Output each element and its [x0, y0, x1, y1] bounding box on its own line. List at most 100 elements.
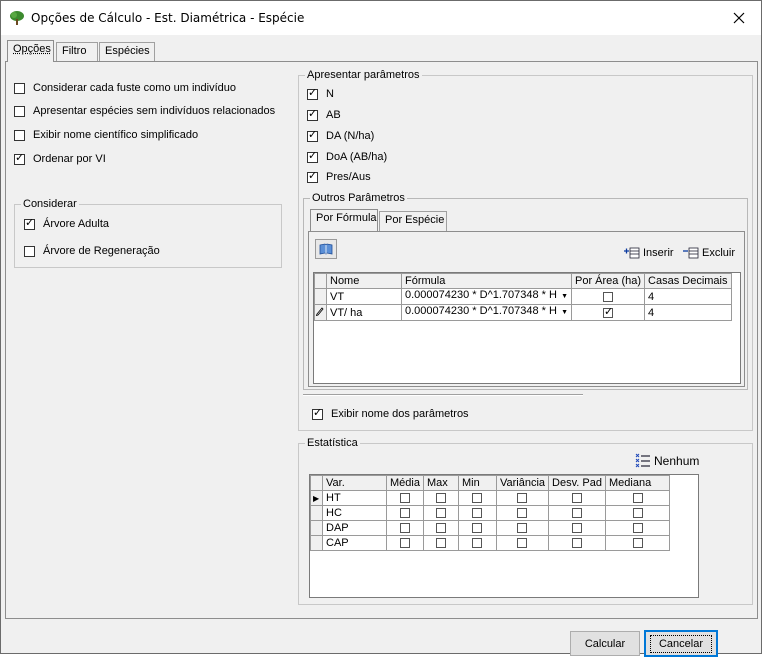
cell-desv-pad[interactable] — [548, 490, 607, 506]
tab-por-formula[interactable]: Por Fórmula — [310, 209, 378, 231]
col-var[interactable]: Var. — [322, 475, 387, 491]
table-row[interactable]: VT 0.000074230 * D^1.707348 * H ▼ 4 — [314, 288, 732, 305]
checkbox-box — [632, 493, 643, 504]
cell-casas[interactable]: 4 — [644, 288, 732, 305]
table-row[interactable]: HC — [310, 505, 671, 521]
grid-header-row: Var. Média Max Min Variância Desv. Pad M… — [310, 475, 671, 491]
cell-nome[interactable]: VT/ ha — [326, 304, 402, 321]
cell-media[interactable] — [386, 505, 424, 521]
cancelar-button[interactable]: Cancelar — [644, 630, 718, 657]
considerar-group: Considerar ✓ Árvore Adulta Árvore de Reg… — [14, 198, 282, 268]
checkbox-box — [435, 538, 446, 549]
cell-min[interactable] — [457, 535, 497, 551]
param-ab-checkbox[interactable]: ✓ AB — [307, 108, 341, 121]
cell-mediana[interactable] — [605, 520, 671, 536]
dropdown-arrow-icon[interactable]: ▼ — [561, 305, 568, 320]
group-title: Estatística — [305, 437, 360, 449]
order-by-vi-checkbox[interactable]: ✓ Ordenar por VI — [14, 152, 106, 165]
col-mediana[interactable]: Mediana — [605, 475, 671, 491]
cell-min[interactable] — [457, 505, 497, 521]
cell-media[interactable] — [386, 490, 424, 506]
cell-min[interactable] — [457, 520, 497, 536]
col-casas[interactable]: Casas Decimais — [644, 273, 732, 289]
param-doa-checkbox[interactable]: ✓ DoA (AB/ha) — [307, 149, 387, 163]
cell-formula[interactable]: 0.000074230 * D^1.707348 * H ▼ — [401, 304, 572, 321]
cell-min[interactable] — [457, 490, 497, 506]
dropdown-arrow-icon[interactable]: ▼ — [561, 289, 568, 304]
statistics-grid: Var. Média Max Min Variância Desv. Pad M… — [309, 474, 699, 598]
cell-media[interactable] — [386, 535, 424, 551]
col-media[interactable]: Média — [386, 475, 424, 491]
cell-max[interactable] — [422, 505, 459, 521]
cell-variancia[interactable] — [495, 490, 550, 506]
cell-variancia[interactable] — [495, 520, 550, 536]
cell-variancia[interactable] — [495, 505, 550, 521]
calcular-button[interactable]: Calcular — [570, 631, 640, 656]
table-row[interactable]: CAP — [310, 535, 671, 551]
tab-opcoes[interactable]: Opções — [7, 40, 54, 62]
col-max[interactable]: Max — [422, 475, 459, 491]
table-row[interactable]: ▶ HT — [310, 490, 671, 506]
tab-filtro[interactable]: Filtro — [56, 42, 98, 61]
checkbox-box — [399, 493, 410, 504]
close-button[interactable] — [717, 1, 761, 35]
regen-tree-checkbox[interactable]: Árvore de Regeneração — [24, 245, 160, 257]
cell-por-area[interactable]: ✓ — [570, 304, 646, 321]
col-min[interactable]: Min — [457, 475, 497, 491]
cell-desv-pad[interactable] — [548, 520, 607, 536]
apresentar-parametros-group: Apresentar parâmetros ✓ N ✓ AB ✓ DA (N/h… — [298, 69, 753, 431]
insert-row-icon — [624, 247, 640, 259]
table-row[interactable]: VT/ ha 0.000074230 * D^1.707348 * H ▼ ✓ 4 — [314, 304, 732, 321]
cell-max[interactable] — [422, 535, 459, 551]
cell-por-area[interactable] — [570, 288, 646, 305]
cell-formula[interactable]: 0.000074230 * D^1.707348 * H ▼ — [401, 288, 572, 305]
param-n-checkbox[interactable]: ✓ N — [307, 87, 334, 100]
insert-button[interactable]: Inserir — [624, 247, 674, 259]
cell-desv-pad[interactable] — [548, 535, 607, 551]
col-variancia[interactable]: Variância — [495, 475, 550, 491]
checkbox-box — [435, 493, 446, 504]
checkmark-icon: ✓ — [308, 149, 318, 162]
col-por-area[interactable]: Por Área (ha) — [570, 273, 646, 289]
checkbox-box — [435, 508, 446, 519]
param-da-checkbox[interactable]: ✓ DA (N/ha) — [307, 129, 374, 142]
cell-var[interactable]: HC — [322, 505, 387, 521]
cell-mediana[interactable] — [605, 505, 671, 521]
cell-variancia[interactable] — [495, 535, 550, 551]
delete-button[interactable]: Excluir — [683, 247, 735, 259]
cell-media[interactable] — [386, 520, 424, 536]
show-species-checkbox[interactable]: Apresentar espécies sem indivíduos relac… — [14, 105, 275, 117]
checkbox-box — [572, 538, 583, 549]
cell-max[interactable] — [422, 520, 459, 536]
checkbox-box — [472, 523, 483, 534]
col-nome[interactable]: Nome — [326, 273, 402, 289]
checkbox-box — [632, 508, 643, 519]
book-button[interactable] — [315, 239, 337, 259]
cell-var[interactable]: DAP — [322, 520, 387, 536]
row-indicator — [314, 304, 327, 321]
scientific-name-checkbox[interactable]: Exibir nome científico simplificado — [14, 129, 198, 141]
none-button[interactable]: Nenhum — [635, 453, 699, 469]
checkbox-box: ✓ — [603, 306, 613, 318]
cell-var[interactable]: HT — [322, 490, 387, 506]
row-indicator: ▶ — [310, 490, 323, 506]
table-row[interactable]: DAP — [310, 520, 671, 536]
checkbox-box — [14, 129, 25, 141]
adult-tree-checkbox[interactable]: ✓ Árvore Adulta — [24, 217, 109, 230]
cell-casas[interactable]: 4 — [644, 304, 732, 321]
cell-nome[interactable]: VT — [326, 288, 402, 305]
cell-max[interactable] — [422, 490, 459, 506]
col-desv-pad[interactable]: Desv. Pad — [548, 475, 607, 491]
show-param-names-checkbox[interactable]: ✓ Exibir nome dos parâmetros — [312, 407, 469, 420]
cell-desv-pad[interactable] — [548, 505, 607, 521]
cell-mediana[interactable] — [605, 535, 671, 551]
col-formula[interactable]: Fórmula — [401, 273, 572, 289]
row-indicator — [310, 535, 323, 551]
cell-mediana[interactable] — [605, 490, 671, 506]
param-presaus-checkbox[interactable]: ✓ Pres/Aus — [307, 170, 371, 183]
tab-por-especie[interactable]: Por Espécie — [379, 211, 447, 231]
consider-each-stem-checkbox[interactable]: Considerar cada fuste como um indivíduo — [14, 82, 236, 94]
tab-especies[interactable]: Espécies — [99, 42, 155, 61]
checkbox-box — [435, 523, 446, 534]
cell-var[interactable]: CAP — [322, 535, 387, 551]
